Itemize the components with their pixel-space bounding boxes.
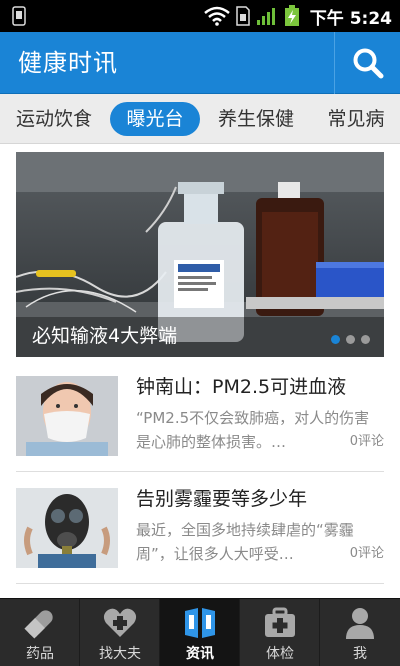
app-bar: 健康时讯 (0, 32, 400, 94)
gas-mask-image (16, 488, 118, 568)
news-item[interactable]: 钟南山：PM2.5可进血液 “PM2.5不仅会致肺癌，对人的伤害是心肺的整体损害… (16, 368, 384, 472)
news-comment-count: 0评论 (347, 430, 384, 454)
tab-exposure[interactable]: 曝光台 (110, 102, 200, 136)
hero-banner[interactable]: 必知输液4大弊端 (16, 152, 384, 357)
nav-label: 药品 (26, 646, 54, 662)
carousel-dot[interactable] (361, 335, 370, 344)
nav-item-news[interactable]: 资讯 (160, 599, 240, 666)
hero-caption: 必知输液4大弊端 (32, 325, 178, 347)
heart-plus-icon (103, 608, 137, 637)
user-icon (346, 608, 374, 639)
carousel-dot[interactable] (346, 335, 355, 344)
tab-sports-diet[interactable]: 运动饮食 (6, 102, 102, 136)
status-time: 下午 5:24 (309, 8, 392, 29)
nav-label: 体检 (266, 646, 294, 662)
app-title: 健康时讯 (18, 49, 118, 77)
status-bar: 下午 5:24 (0, 0, 400, 32)
news-thumbnail (16, 376, 118, 456)
battery-charging-icon (284, 5, 299, 26)
medical-kit-icon (265, 607, 295, 637)
news-comment-count: 0评论 (347, 542, 384, 566)
signal-icon (256, 8, 275, 25)
search-icon (353, 48, 384, 79)
tab-common-diseases[interactable]: 常见病 (318, 102, 394, 136)
wifi-icon (203, 6, 230, 26)
sd-card-icon (12, 6, 26, 26)
search-button[interactable] (344, 40, 392, 86)
news-thumbnail (16, 488, 118, 568)
news-headline: 钟南山：PM2.5可进血液 (136, 376, 347, 398)
sim-card-icon (236, 6, 250, 26)
news-book-icon (185, 608, 215, 638)
nav-label: 资讯 (186, 646, 214, 662)
nav-label: 找大夫 (99, 646, 141, 662)
app-bar-divider (334, 32, 335, 94)
nav-item-find-doctor[interactable]: 找大夫 (80, 599, 160, 666)
news-headline: 告别雾霾要等多少年 (136, 488, 308, 510)
woman-mask-image (16, 376, 118, 456)
nav-label: 我 (353, 646, 367, 662)
pill-icon (24, 610, 53, 639)
category-tabs: 运动饮食 曝光台 养生保健 常见病 (0, 94, 400, 144)
carousel-dots (331, 335, 370, 344)
nav-item-me[interactable]: 我 (320, 599, 400, 666)
nav-item-medicine[interactable]: 药品 (0, 599, 80, 666)
carousel-dot[interactable] (331, 335, 340, 344)
bottom-navigation: 药品 找大夫 资讯 体检 我 (0, 598, 400, 666)
tab-wellness[interactable]: 养生保健 (208, 102, 304, 136)
news-item[interactable]: 告别雾霾要等多少年 最近，全国多地持续肆虐的“雾霾周”，让很多人大呼受… 0评论 (16, 480, 384, 584)
nav-item-checkup[interactable]: 体检 (240, 599, 320, 666)
